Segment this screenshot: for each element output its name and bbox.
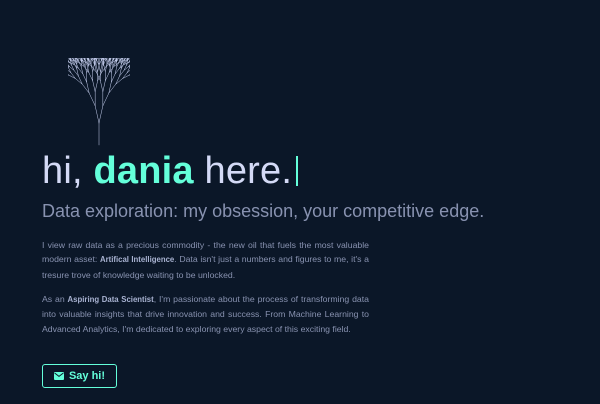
tree-icon xyxy=(68,58,130,146)
mail-icon xyxy=(53,372,64,380)
p2-text-start: As an xyxy=(42,294,68,304)
hero-title: hi, dania here. xyxy=(42,147,299,195)
about-paragraph-2: As an Aspiring Data Scientist, I'm passi… xyxy=(42,292,369,336)
p1-highlight: Artifical Intelligence xyxy=(99,255,175,265)
name-highlight: dania xyxy=(93,150,194,192)
say-hi-button[interactable]: Say hi! xyxy=(42,364,117,388)
say-hi-label: Say hi! xyxy=(68,370,106,382)
greeting-text: hi, xyxy=(42,150,94,192)
p2-highlight: Aspiring Data Scientist xyxy=(67,295,154,304)
greeting-suffix: here. xyxy=(193,150,293,192)
tagline: Data exploration: my obsession, your com… xyxy=(42,201,485,221)
about-paragraph-1: I view raw data as a precious commodity … xyxy=(42,238,369,282)
typing-cursor xyxy=(296,156,299,186)
